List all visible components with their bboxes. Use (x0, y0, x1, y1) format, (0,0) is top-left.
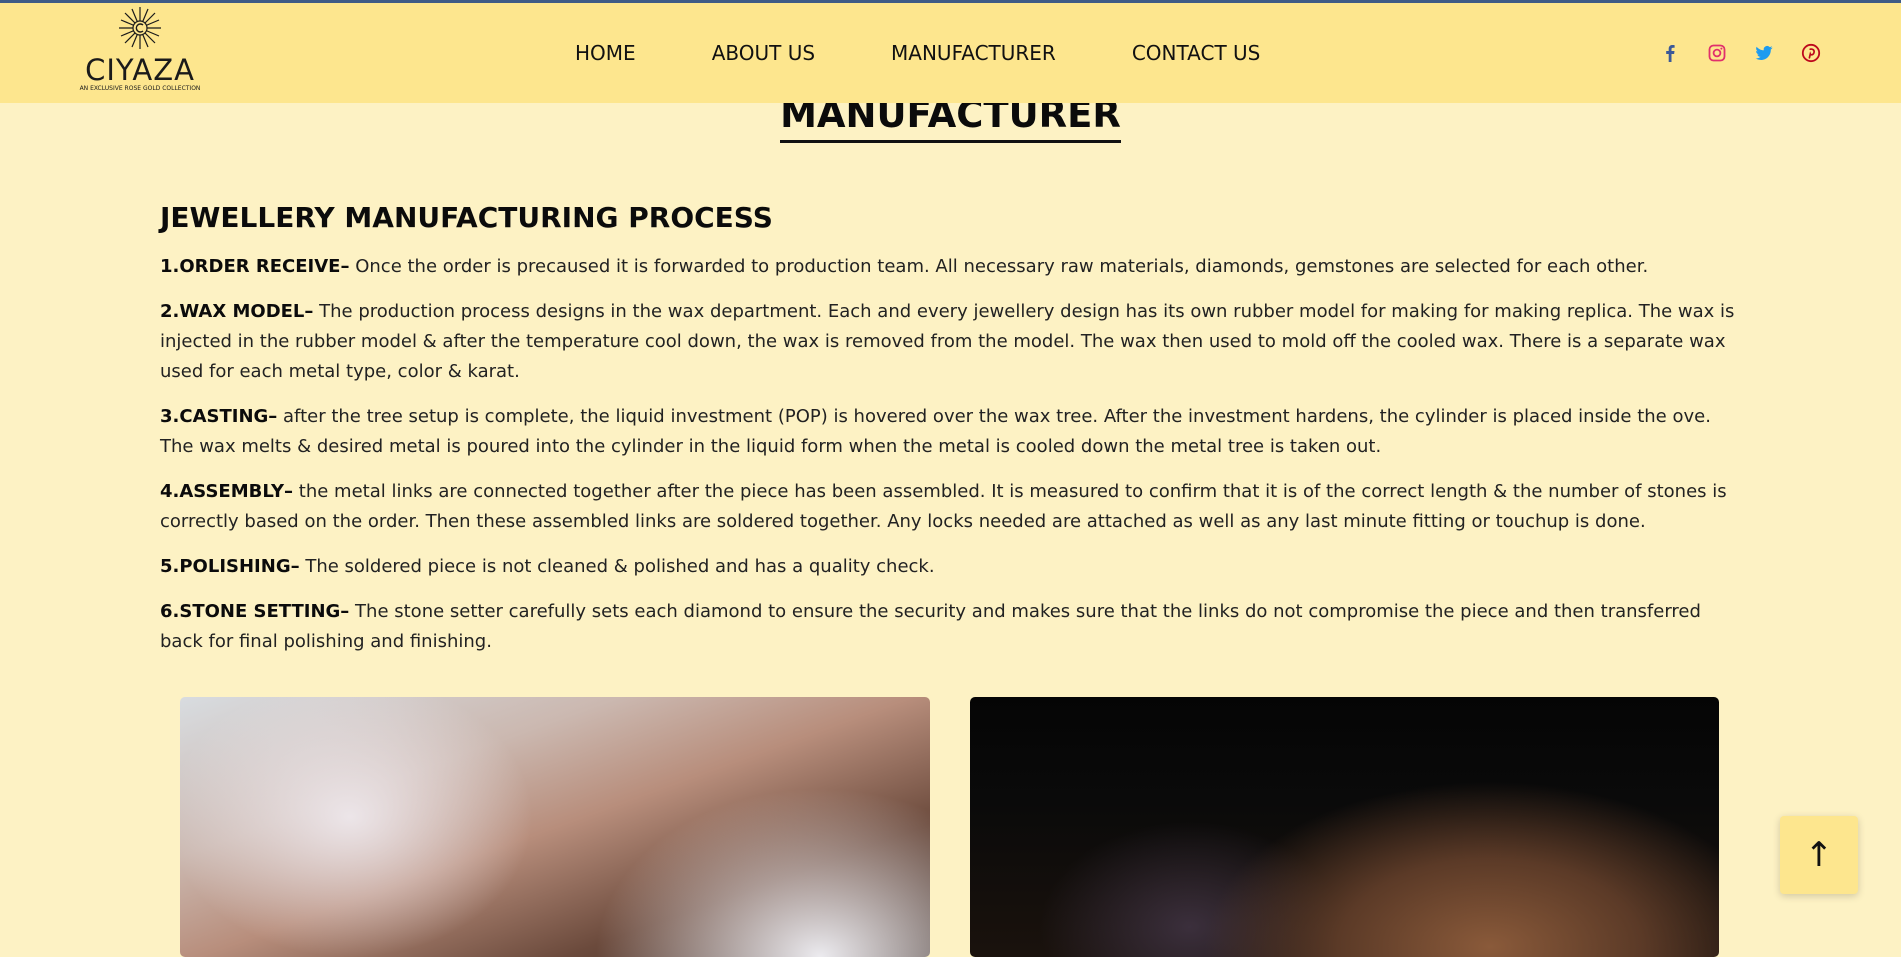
step-casting: 3.CASTING– after the tree setup is compl… (160, 402, 1735, 462)
step-label: 4.ASSEMBLY– (160, 481, 294, 502)
scroll-to-top-button[interactable]: ↑ (1780, 816, 1858, 894)
step-text: The stone setter carefully sets each dia… (160, 601, 1701, 652)
brand-logo[interactable]: CIYAZA AN EXCLUSIVE ROSE GOLD COLLECTION (70, 5, 210, 95)
step-text: The soldered piece is not cleaned & poli… (305, 556, 935, 577)
step-label: 3.CASTING– (160, 406, 278, 427)
step-label: 1.ORDER RECEIVE– (160, 256, 350, 277)
brand-name: CIYAZA (85, 53, 195, 87)
facebook-icon[interactable] (1660, 43, 1680, 63)
social-links (1660, 43, 1821, 63)
nav-manufacturer[interactable]: MANUFACTURER (891, 41, 1056, 65)
nav-contact-us[interactable]: CONTACT US (1132, 41, 1261, 65)
step-text: after the tree setup is complete, the li… (160, 406, 1711, 457)
sun-star-logo-icon (119, 7, 161, 49)
site-header: CIYAZA AN EXCLUSIVE ROSE GOLD COLLECTION… (0, 3, 1901, 103)
step-text: The production process designs in the wa… (160, 301, 1735, 382)
step-label: 6.STONE SETTING– (160, 601, 350, 622)
step-label: 2.WAX MODEL– (160, 301, 314, 322)
step-stone-setting: 6.STONE SETTING– The stone setter carefu… (160, 597, 1735, 657)
step-wax-model: 2.WAX MODEL– The production process desi… (160, 297, 1735, 387)
step-order-receive: 1.ORDER RECEIVE– Once the order is preca… (160, 252, 1735, 282)
step-assembly: 4.ASSEMBLY– the metal links are connecte… (160, 477, 1735, 537)
step-polishing: 5.POLISHING– The soldered piece is not c… (160, 552, 1735, 582)
nav-home[interactable]: HOME (575, 41, 636, 65)
instagram-icon[interactable] (1707, 43, 1727, 63)
manufacturing-photo-left (180, 697, 930, 957)
main-nav: HOME ABOUT US MANUFACTURER CONTACT US (575, 3, 1260, 103)
step-text: Once the order is precaused it is forwar… (355, 256, 1649, 277)
manufacturing-process-section: JEWELLERY MANUFACTURING PROCESS 1.ORDER … (160, 198, 1735, 672)
process-heading: JEWELLERY MANUFACTURING PROCESS (160, 201, 773, 234)
nav-about-us[interactable]: ABOUT US (712, 41, 815, 65)
step-text: the metal links are connected together a… (160, 481, 1727, 532)
pinterest-icon[interactable] (1801, 43, 1821, 63)
step-label: 5.POLISHING– (160, 556, 300, 577)
arrow-up-icon: ↑ (1804, 835, 1834, 875)
twitter-icon[interactable] (1754, 43, 1774, 63)
brand-tagline: AN EXCLUSIVE ROSE GOLD COLLECTION (79, 85, 201, 92)
manufacturing-photo-right (970, 697, 1719, 957)
